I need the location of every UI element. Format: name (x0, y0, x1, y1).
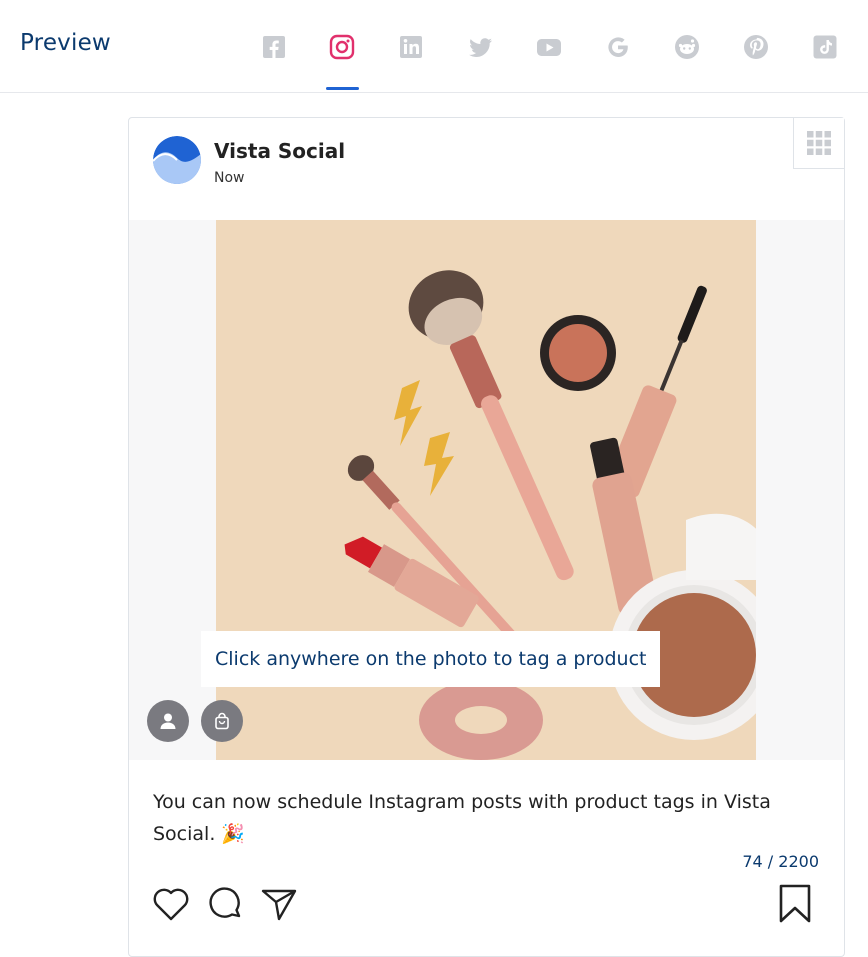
tag-product-hint: Click anywhere on the photo to tag a pro… (201, 631, 661, 687)
tab-youtube[interactable] (532, 30, 566, 64)
account-name: Vista Social (214, 139, 346, 163)
tag-product-button[interactable] (201, 700, 243, 742)
tab-linkedin[interactable] (394, 30, 428, 64)
comment-button[interactable] (205, 884, 245, 924)
post-preview-card: Vista Social Now Click anywhere on the p… (128, 117, 845, 957)
facebook-icon (263, 36, 285, 58)
reddit-icon (675, 35, 699, 59)
tab-instagram[interactable] (325, 30, 359, 64)
linkedin-icon (400, 36, 422, 58)
tag-people-button[interactable] (147, 700, 189, 742)
tab-facebook[interactable] (257, 30, 291, 64)
tab-reddit[interactable] (670, 30, 704, 64)
instagram-icon (329, 34, 355, 60)
person-icon (160, 713, 176, 729)
character-counter: 74 / 2200 (742, 852, 819, 871)
bookmark-icon (779, 884, 811, 923)
active-tab-indicator (326, 87, 359, 90)
preview-header: Preview (0, 0, 868, 93)
comment-icon (209, 887, 241, 918)
tab-google[interactable] (601, 30, 635, 64)
tab-twitter[interactable] (463, 30, 497, 64)
grid-icon (807, 131, 831, 155)
post-caption: You can now schedule Instagram posts wit… (153, 791, 771, 845)
vista-social-logo (153, 136, 201, 184)
send-icon (261, 889, 297, 921)
page-title: Preview (20, 30, 111, 56)
pinterest-icon (744, 35, 768, 59)
post-time: Now (214, 170, 245, 186)
like-button[interactable] (151, 884, 191, 924)
grid-view-button[interactable] (793, 118, 844, 169)
twitter-icon (469, 38, 492, 57)
google-icon (608, 37, 628, 57)
avatar (153, 136, 201, 184)
media-area: Click anywhere on the photo to tag a pro… (129, 220, 844, 760)
shopping-bag-icon (215, 712, 229, 730)
share-button[interactable] (259, 884, 299, 924)
save-button[interactable] (775, 884, 815, 924)
tab-pinterest[interactable] (739, 30, 773, 64)
youtube-icon (537, 39, 561, 56)
tiktok-icon (813, 35, 837, 59)
tab-tiktok[interactable] (808, 30, 842, 64)
heart-icon (153, 888, 189, 921)
